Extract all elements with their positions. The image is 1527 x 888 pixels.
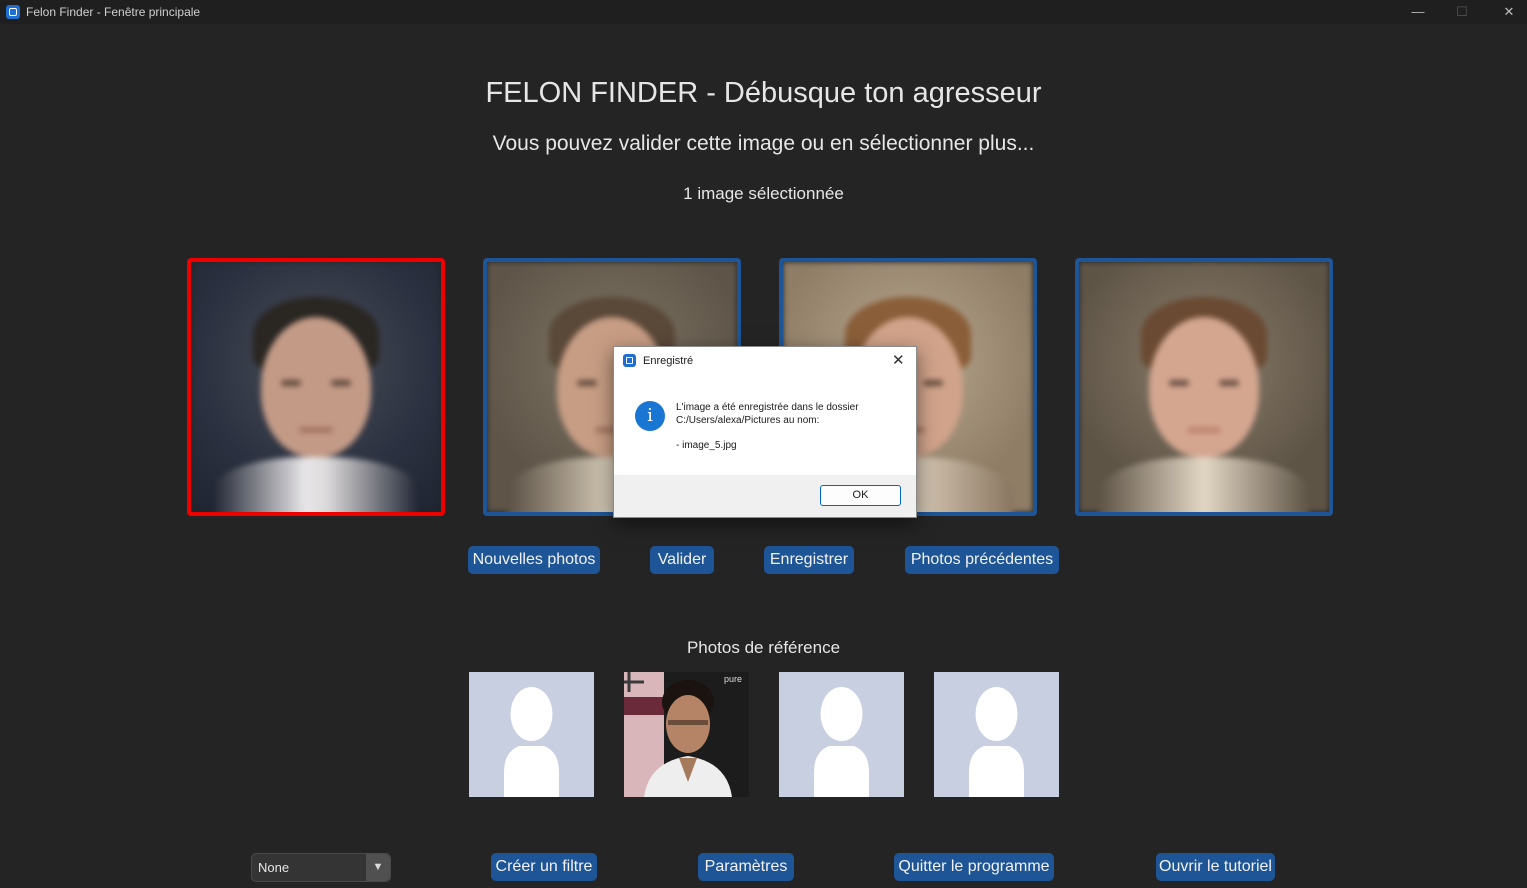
maximize-button[interactable]: ☐ xyxy=(1447,2,1477,22)
reference-photo-2[interactable]: pure xyxy=(624,672,749,797)
app-icon xyxy=(623,354,636,367)
dialog-body: i L'image a été enregistrée dans le doss… xyxy=(614,375,916,475)
window-title: Felon Finder - Fenêtre principale xyxy=(26,5,201,19)
dialog-filename: - image_5.jpg xyxy=(676,440,737,451)
save-button[interactable]: Enregistrer xyxy=(764,546,854,574)
page-subtitle: Vous pouvez valider cette image ou en sé… xyxy=(492,132,1035,155)
close-window-button[interactable]: ✕ xyxy=(1494,2,1524,22)
dialog-message-line2: C:/Users/alexa/Pictures au nom: xyxy=(676,415,820,426)
tutorial-button[interactable]: Ouvrir le tutoriel xyxy=(1156,853,1275,881)
create-filter-button[interactable]: Créer un filtre xyxy=(491,853,597,881)
validate-button[interactable]: Valider xyxy=(650,546,714,574)
avatar-placeholder-icon xyxy=(934,672,1059,797)
quit-button[interactable]: Quitter le programme xyxy=(894,853,1054,881)
saved-dialog: Enregistré ✕ i L'image a été enregistrée… xyxy=(613,346,917,518)
minimize-button[interactable]: — xyxy=(1403,2,1433,22)
new-photos-button[interactable]: Nouvelles photos xyxy=(468,546,600,574)
app-icon xyxy=(6,5,20,19)
window-titlebar: Felon Finder - Fenêtre principale — ☐ ✕ xyxy=(0,0,1527,24)
reference-photo-3[interactable] xyxy=(779,672,904,797)
dialog-titlebar: Enregistré ✕ xyxy=(614,347,916,375)
selection-count: 1 image sélectionnée xyxy=(683,184,844,203)
filter-select-value: None xyxy=(258,860,290,875)
portrait-photo xyxy=(624,672,749,797)
info-icon: i xyxy=(635,401,665,431)
avatar-placeholder-icon xyxy=(779,672,904,797)
dialog-title: Enregistré xyxy=(643,355,694,367)
previous-photos-button[interactable]: Photos précédentes xyxy=(905,546,1059,574)
reference-photos-label: Photos de référence xyxy=(686,638,841,657)
dialog-message-line1: L'image a été enregistrée dans le dossie… xyxy=(676,402,859,413)
reference-photo-1[interactable] xyxy=(469,672,594,797)
dialog-close-button[interactable]: ✕ xyxy=(892,351,905,369)
reference-photo-4[interactable] xyxy=(934,672,1059,797)
dialog-message: L'image a été enregistrée dans le dossie… xyxy=(676,401,859,427)
chevron-down-icon[interactable]: ▼ xyxy=(366,854,390,881)
candidate-image-4[interactable] xyxy=(1075,258,1333,516)
filter-select[interactable]: None ▼ xyxy=(251,853,391,882)
settings-button[interactable]: Paramètres xyxy=(698,853,794,881)
page-title: FELON FINDER - Débusque ton agresseur xyxy=(485,77,1042,109)
avatar-placeholder-icon xyxy=(469,672,594,797)
candidate-image-1[interactable] xyxy=(187,258,445,516)
portrait-caption: pure xyxy=(724,674,743,684)
dialog-footer: OK xyxy=(614,475,916,517)
ok-button[interactable]: OK xyxy=(820,485,901,506)
